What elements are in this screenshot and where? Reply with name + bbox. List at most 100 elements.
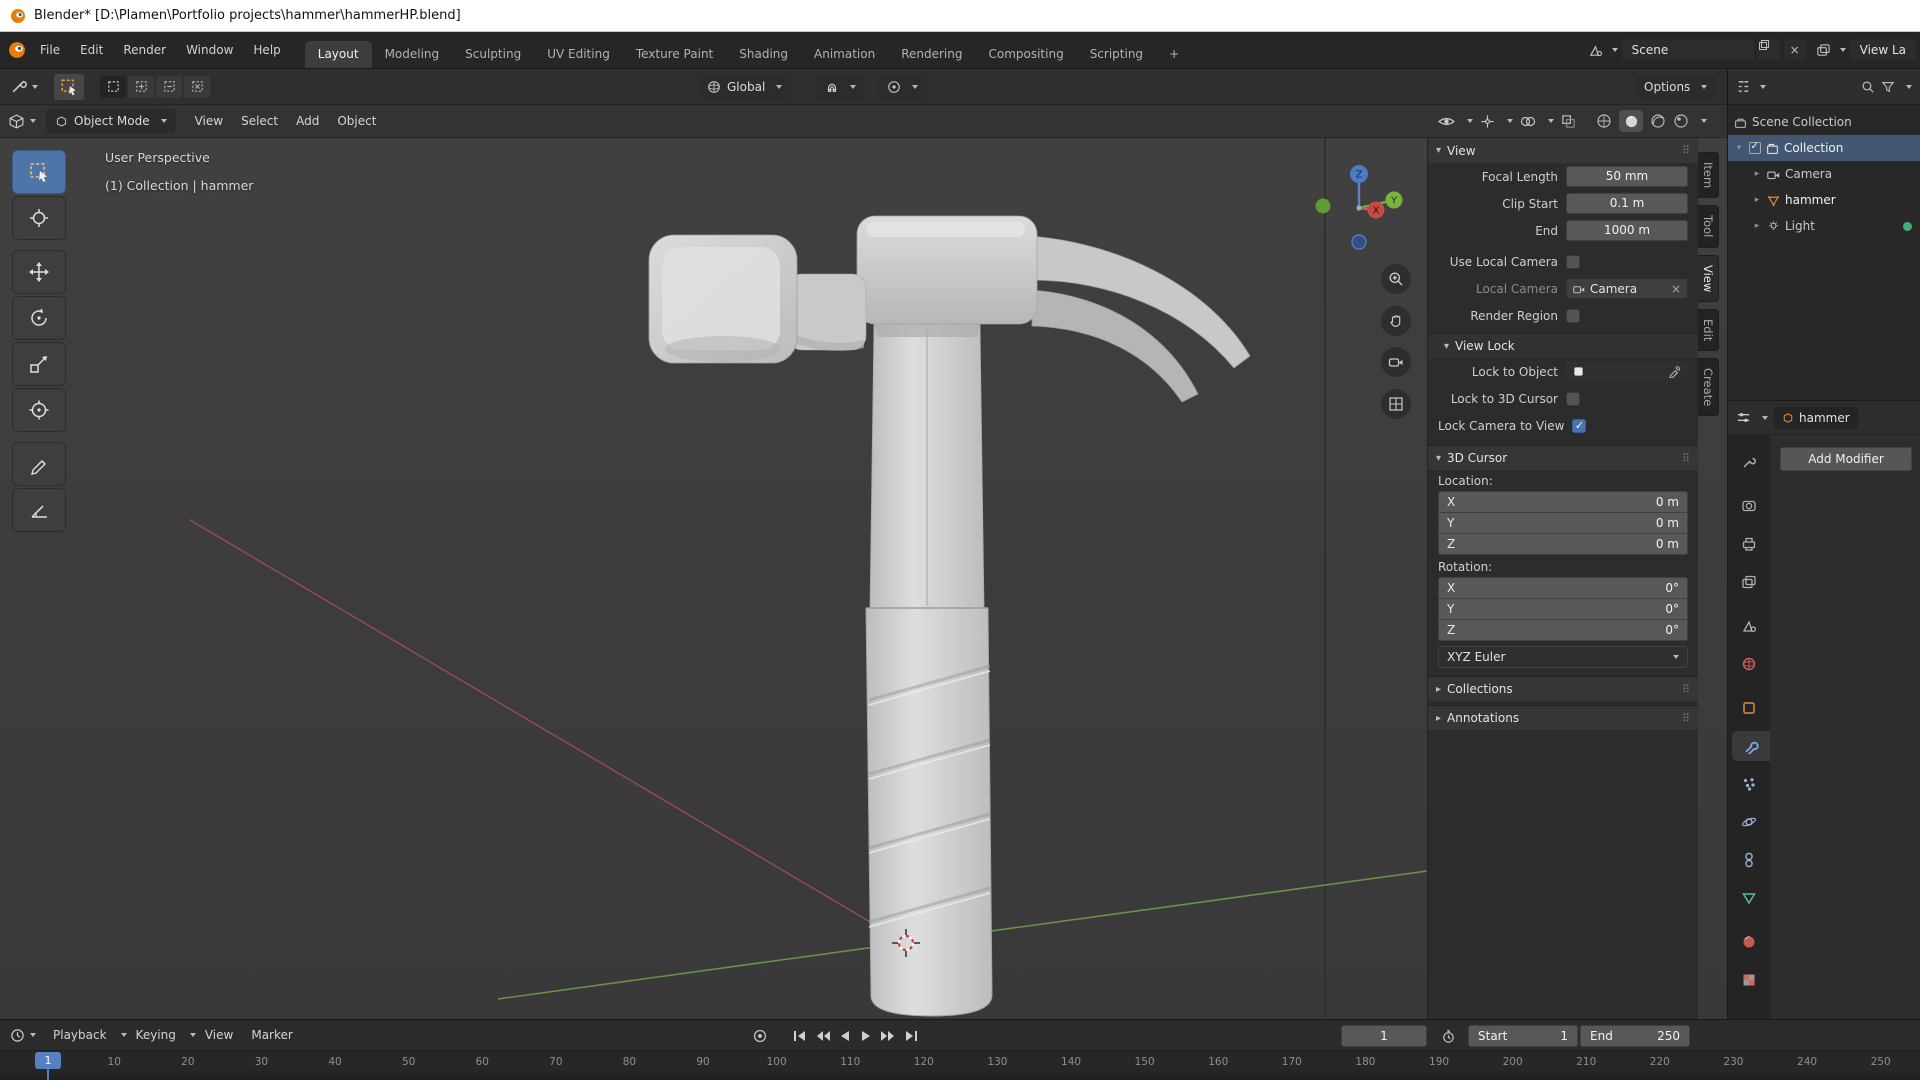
options-dropdown[interactable]: Options <box>1635 74 1717 99</box>
collection-checkbox[interactable] <box>1749 141 1761 154</box>
outliner-row-light[interactable]: ▸ Light <box>1728 213 1920 239</box>
shading-caret[interactable] <box>1701 119 1707 123</box>
disclosure-triangle-icon[interactable]: ▸ <box>1752 221 1762 231</box>
disclosure-triangle-icon[interactable]: ▾ <box>1734 143 1744 153</box>
gizmos-icon[interactable] <box>1480 114 1495 129</box>
viewport-editor-icon[interactable] <box>8 113 25 130</box>
cursor-location-z-field[interactable]: Z0 m <box>1438 533 1688 555</box>
select-mode-subtract-button[interactable] <box>156 75 182 98</box>
shading-solid-button[interactable] <box>1619 110 1643 132</box>
menu-edit[interactable]: Edit <box>70 43 113 57</box>
clip-end-field[interactable]: 1000 m <box>1566 220 1688 241</box>
workspace-tab-uv-editing[interactable]: UV Editing <box>534 41 623 68</box>
panel-header-view-lock[interactable]: ▾ View Lock <box>1428 333 1698 358</box>
tool-editor-caret[interactable] <box>32 84 38 89</box>
next-keyframe-icon[interactable] <box>880 1029 896 1043</box>
pan-button[interactable] <box>1381 306 1411 336</box>
cursor-rotation-z-field[interactable]: Z 0° <box>1438 619 1688 641</box>
outliner-editor-caret[interactable] <box>1760 84 1766 89</box>
navigation-gizmo[interactable]: Z Y X <box>1314 163 1404 253</box>
filter-caret[interactable] <box>1906 84 1912 89</box>
overlays-caret[interactable] <box>1548 119 1554 123</box>
visibility-eye-icon[interactable] <box>1438 115 1455 128</box>
viewport-menu-object[interactable]: Object <box>328 114 385 128</box>
properties-tab-tool[interactable] <box>1728 447 1770 477</box>
sidebar-tab-view[interactable]: View <box>1698 254 1719 302</box>
viewport-menu-select[interactable]: Select <box>232 114 287 128</box>
properties-tab-render[interactable] <box>1728 491 1770 521</box>
shading-material-icon[interactable] <box>1650 113 1666 129</box>
properties-tab-texture[interactable] <box>1728 965 1770 995</box>
tool-transform-button[interactable] <box>12 388 66 432</box>
current-frame-field[interactable]: 1 <box>1341 1025 1427 1047</box>
panel-header-annotations[interactable]: ▸ Annotations ⠿ <box>1428 705 1698 730</box>
timeline-editor-icon[interactable] <box>10 1028 25 1043</box>
jump-to-end-icon[interactable] <box>903 1029 919 1043</box>
tool-move-button[interactable] <box>12 250 66 294</box>
search-icon[interactable] <box>1861 80 1875 94</box>
viewport-canvas[interactable]: User Perspective (1) Collection | hammer… <box>0 138 1727 1019</box>
scene-dropdown-caret[interactable] <box>1611 48 1618 52</box>
properties-tab-output[interactable] <box>1728 529 1770 559</box>
menu-file[interactable]: File <box>30 43 70 57</box>
panel-drag-handle-icon[interactable]: ⠿ <box>1682 144 1690 157</box>
panel-drag-handle-icon[interactable]: ⠿ <box>1682 683 1690 696</box>
workspace-tab-scripting[interactable]: Scripting <box>1077 41 1156 68</box>
properties-tab-modifiers[interactable] <box>1732 731 1770 761</box>
panel-drag-handle-icon[interactable]: ⠿ <box>1682 452 1690 465</box>
select-mode-extend-button[interactable] <box>128 75 154 98</box>
playback-sync-button[interactable] <box>1437 1025 1459 1047</box>
clip-start-field[interactable]: 0.1 m <box>1566 193 1688 214</box>
camera-view-button[interactable] <box>1381 347 1411 377</box>
local-camera-field[interactable]: Camera × <box>1566 278 1688 299</box>
mode-dropdown[interactable]: Object Mode <box>46 109 176 133</box>
menu-window[interactable]: Window <box>176 43 243 57</box>
auto-key-record-icon[interactable] <box>752 1028 768 1044</box>
gizmos-caret[interactable] <box>1507 119 1513 123</box>
properties-tab-object-data[interactable] <box>1728 883 1770 913</box>
viewport-menu-add[interactable]: Add <box>287 114 328 128</box>
cursor-location-x-field[interactable]: X0 m <box>1438 491 1688 513</box>
workspace-tab-compositing[interactable]: Compositing <box>975 41 1076 68</box>
properties-tab-object[interactable] <box>1728 693 1770 723</box>
sidebar-tab-edit[interactable]: Edit <box>1698 308 1719 352</box>
properties-tab-material[interactable] <box>1728 927 1770 957</box>
jump-to-start-icon[interactable] <box>792 1029 808 1043</box>
tool-measure-button[interactable] <box>12 488 66 532</box>
eyedropper-icon[interactable] <box>1668 365 1681 378</box>
timeline-editor-caret[interactable] <box>30 1033 36 1037</box>
proportional-editing-toggle[interactable] <box>878 74 927 99</box>
add-modifier-button[interactable]: Add Modifier <box>1780 447 1912 471</box>
zoom-button[interactable] <box>1381 264 1411 294</box>
menu-help[interactable]: Help <box>243 43 290 57</box>
transform-orientation-dropdown[interactable]: Global <box>698 74 792 99</box>
workspace-tab-animation[interactable]: Animation <box>801 41 888 68</box>
xray-toggle-icon[interactable] <box>1561 114 1576 129</box>
tool-annotate-button[interactable] <box>12 442 66 486</box>
visibility-caret[interactable] <box>1467 119 1473 123</box>
properties-editor-icon[interactable] <box>1736 410 1751 425</box>
properties-tab-particles[interactable] <box>1728 769 1770 799</box>
view-layer-dropdown-caret[interactable] <box>1839 48 1846 52</box>
sidebar-tab-tool[interactable]: Tool <box>1698 205 1719 248</box>
disclosure-triangle-icon[interactable]: ▸ <box>1752 195 1762 205</box>
cursor-rotation-y-field[interactable]: Y 0° <box>1438 598 1688 620</box>
outliner-row-camera[interactable]: ▸ Camera <box>1728 161 1920 187</box>
render-region-checkbox[interactable] <box>1566 308 1580 323</box>
playhead[interactable]: 1 <box>35 1052 61 1069</box>
active-tool-button[interactable] <box>54 73 84 100</box>
properties-tab-constraints[interactable] <box>1728 845 1770 875</box>
properties-tab-view-layer[interactable] <box>1728 567 1770 597</box>
play-icon[interactable] <box>859 1029 873 1043</box>
shading-rendered-icon[interactable] <box>1673 113 1689 129</box>
workspace-tab-rendering[interactable]: Rendering <box>888 41 975 68</box>
tool-select-box-button[interactable] <box>12 150 66 194</box>
properties-tab-physics[interactable] <box>1728 807 1770 837</box>
outliner-row-hammer[interactable]: ▸ hammer <box>1728 187 1920 213</box>
properties-editor-caret[interactable] <box>1762 415 1768 420</box>
panel-drag-handle-icon[interactable]: ⠿ <box>1682 712 1690 725</box>
workspace-tab-layout[interactable]: Layout <box>304 41 372 68</box>
lock-to-3d-cursor-checkbox[interactable] <box>1566 391 1580 406</box>
toggle-ortho-button[interactable] <box>1381 389 1411 419</box>
workspace-tab-sculpting[interactable]: Sculpting <box>452 41 534 68</box>
